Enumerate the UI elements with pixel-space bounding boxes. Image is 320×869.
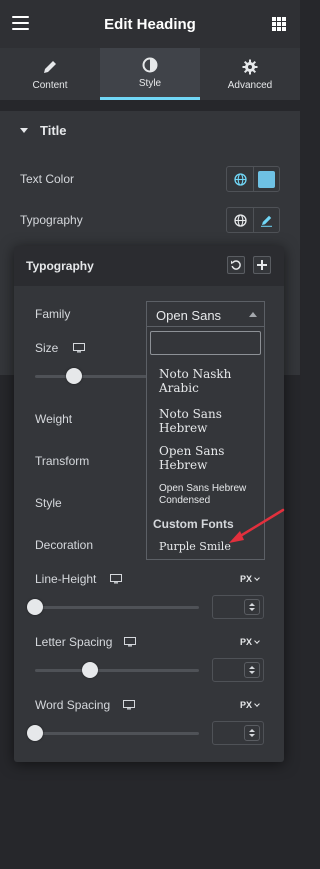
add-global-font-button[interactable]	[253, 256, 271, 274]
transform-label: Transform	[35, 454, 90, 468]
font-option[interactable]: Noto Sans Hebrew	[159, 407, 264, 435]
global-colors-button[interactable]	[227, 167, 253, 191]
letter-spacing-stepper[interactable]	[244, 662, 260, 678]
caret-down-icon	[20, 127, 28, 133]
weight-label: Weight	[35, 412, 73, 426]
font-option[interactable]: Open Sans Hebrew	[159, 444, 264, 472]
font-family-selected: Open Sans	[156, 308, 222, 323]
letter-spacing-slider-handle[interactable]	[82, 662, 98, 678]
line-height-label: Line-Height	[35, 572, 97, 586]
custom-fonts-group-label: Custom Fonts	[153, 517, 234, 531]
font-search-input[interactable]	[150, 331, 261, 355]
style-label: Style	[35, 496, 62, 510]
decoration-label: Decoration	[35, 538, 94, 552]
family-label: Family	[35, 307, 71, 321]
editor-tabs: Content Style Advanced	[0, 48, 300, 100]
color-swatch	[258, 170, 275, 188]
panel-title: Edit Heading	[104, 15, 196, 33]
letter-spacing-input[interactable]	[212, 658, 264, 682]
word-spacing-unit: PX	[240, 700, 253, 710]
text-color-label: Text Color	[20, 172, 75, 186]
gear-icon	[242, 59, 258, 74]
panel-header: Edit Heading	[0, 0, 300, 48]
word-spacing-label: Word Spacing	[35, 698, 111, 712]
font-option-custom[interactable]: Purple Smile	[159, 540, 231, 554]
tab-content[interactable]: Content	[0, 48, 100, 100]
size-slider-track[interactable]	[35, 375, 147, 378]
font-option[interactable]: Open Sans Hebrew Condensed	[159, 483, 264, 507]
global-fonts-button[interactable]	[227, 208, 253, 232]
typography-label: Typography	[20, 213, 83, 227]
word-spacing-unit-select[interactable]: PX	[240, 700, 260, 710]
edit-typography-button[interactable]	[253, 208, 279, 232]
line-height-input[interactable]	[212, 595, 264, 619]
widgets-grid-icon[interactable]	[272, 17, 286, 31]
typography-control	[226, 207, 280, 233]
desktop-icon[interactable]	[123, 700, 135, 710]
letter-spacing-label: Letter Spacing	[35, 635, 113, 649]
reset-icon	[231, 260, 241, 270]
line-height-slider-track[interactable]	[35, 606, 199, 609]
tab-style[interactable]: Style	[100, 48, 200, 100]
letter-spacing-unit-select[interactable]: PX	[240, 637, 260, 647]
popover-notch	[251, 239, 265, 246]
reset-button[interactable]	[227, 256, 245, 274]
line-height-unit: PX	[240, 574, 253, 584]
section-title-toggle[interactable]: Title	[0, 111, 300, 149]
contrast-icon	[142, 57, 158, 73]
tab-advanced-label: Advanced	[227, 79, 273, 91]
word-spacing-slider-track[interactable]	[35, 732, 199, 735]
desktop-icon[interactable]	[110, 574, 122, 584]
size-label: Size	[35, 341, 59, 355]
text-color-control	[226, 166, 280, 192]
word-spacing-stepper[interactable]	[244, 725, 260, 741]
tab-content-label: Content	[32, 79, 68, 91]
pencil-icon	[261, 215, 272, 227]
line-height-stepper[interactable]	[244, 599, 260, 615]
color-picker-button[interactable]	[253, 167, 279, 191]
tab-advanced[interactable]: Advanced	[200, 48, 300, 100]
line-height-unit-select[interactable]: PX	[240, 574, 260, 584]
popover-title: Typography	[26, 259, 94, 273]
desktop-icon[interactable]	[124, 637, 136, 647]
globe-icon	[233, 172, 247, 186]
line-height-slider-handle[interactable]	[27, 599, 43, 615]
font-family-dropdown: Noto Naskh Arabic Noto Sans Hebrew Open …	[146, 326, 265, 560]
word-spacing-slider-handle[interactable]	[27, 725, 43, 741]
tab-style-label: Style	[138, 78, 162, 89]
popover-header: Typography	[14, 246, 284, 286]
chevron-up-icon	[249, 312, 257, 317]
globe-icon	[233, 213, 247, 227]
plus-icon	[257, 260, 267, 270]
font-family-select[interactable]: Open Sans	[146, 301, 265, 327]
section-title: Title	[40, 122, 67, 138]
desktop-icon[interactable]	[73, 343, 85, 353]
letter-spacing-slider-track[interactable]	[35, 669, 199, 672]
hamburger-menu-icon[interactable]	[12, 16, 29, 30]
size-slider-handle[interactable]	[66, 368, 82, 384]
word-spacing-input[interactable]	[212, 721, 264, 745]
letter-spacing-unit: PX	[240, 637, 253, 647]
pencil-icon	[44, 60, 56, 73]
font-option[interactable]: Noto Naskh Arabic	[159, 367, 264, 395]
